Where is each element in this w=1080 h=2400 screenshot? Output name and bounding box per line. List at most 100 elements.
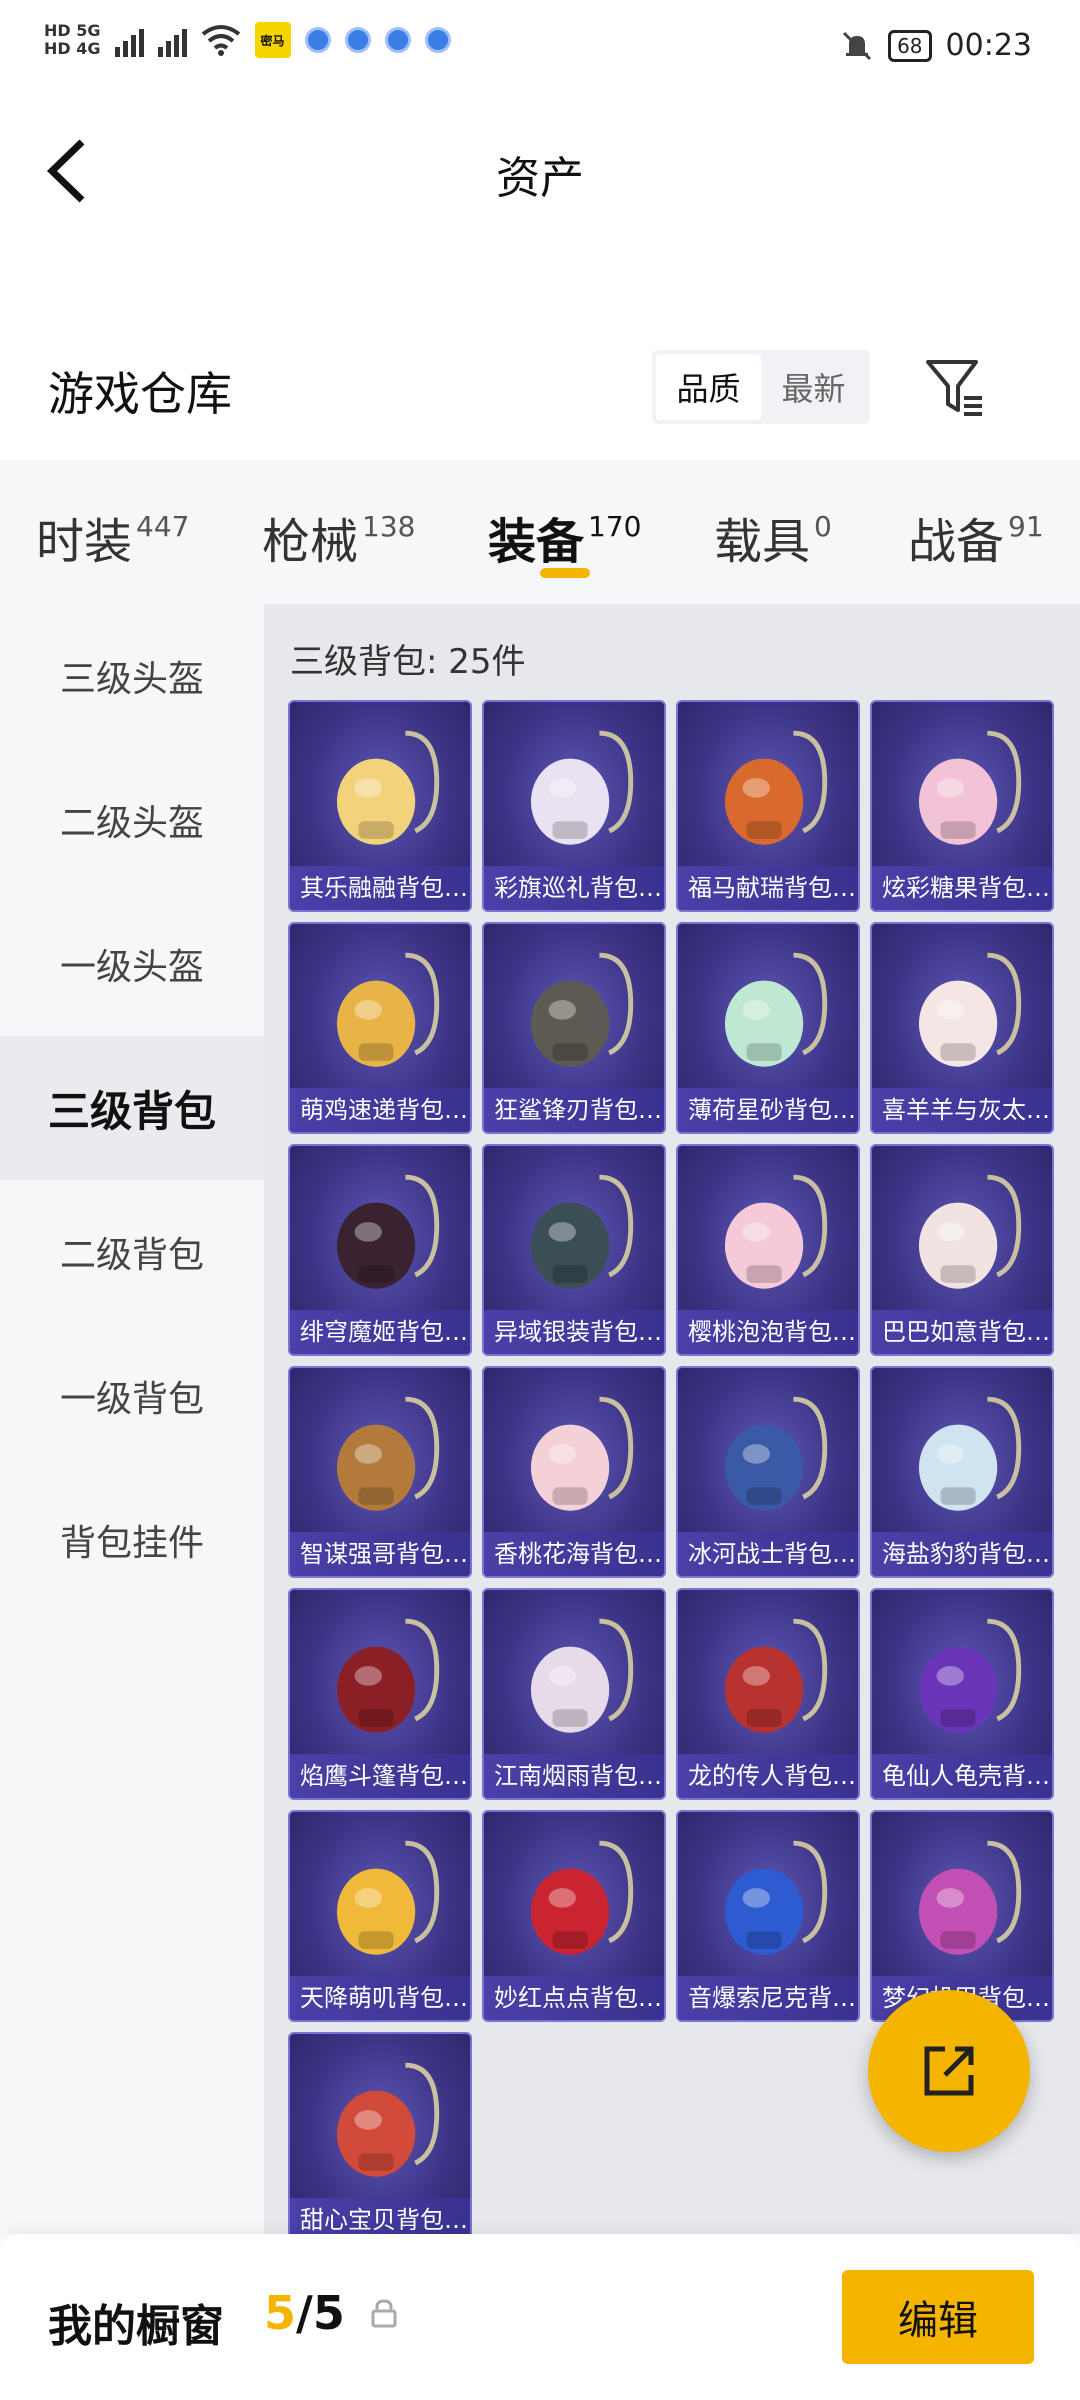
backpack-icon — [724, 1618, 828, 1733]
item-card[interactable]: 其乐融融背包… — [288, 700, 472, 912]
item-card[interactable]: 冰河战士背包… — [676, 1366, 860, 1578]
item-card[interactable]: 甜心宝贝背包… — [288, 2032, 472, 2234]
item-card[interactable]: 彩旗巡礼背包… — [482, 700, 666, 912]
item-card[interactable]: 智谋强哥背包… — [288, 1366, 472, 1578]
item-name: 巴巴如意背包… — [872, 1310, 1052, 1354]
app-badge-icon: 密马 — [254, 22, 291, 58]
backpack-icon — [918, 1618, 1022, 1733]
item-name: 龟仙人龟壳背… — [872, 1754, 1052, 1798]
sidebar-item-pendant[interactable]: 背包挂件 — [0, 1468, 264, 1612]
item-count-label: 三级背包: 25件 — [290, 642, 526, 682]
item-name: 江南烟雨背包… — [484, 1754, 664, 1798]
sidebar-item-helmet-1[interactable]: 一级头盔 — [0, 892, 264, 1036]
item-name: 智谋强哥背包… — [290, 1532, 470, 1576]
notification-dot-icon — [304, 27, 331, 53]
category-tabs: 时装 447 枪械 138 装备 170 载具 0 战备 91 — [0, 460, 1080, 604]
showcase-bar: 我的橱窗 5/5 编辑 — [0, 2234, 1080, 2400]
item-card[interactable]: 龟仙人龟壳背… — [870, 1588, 1054, 1800]
backpack-icon — [336, 1396, 440, 1511]
backpack-icon — [336, 1618, 440, 1733]
backpack-icon — [724, 1396, 828, 1511]
tab-count: 91 — [1008, 510, 1044, 543]
sidebar-item-backpack-2[interactable]: 二级背包 — [0, 1180, 264, 1324]
backpack-icon — [336, 2062, 440, 2177]
tab-count: 447 — [136, 510, 190, 543]
edit-button[interactable]: 编辑 — [842, 2270, 1034, 2364]
network-label-2: HD 4G — [44, 39, 101, 58]
backpack-icon — [918, 952, 1022, 1067]
item-card[interactable]: 江南烟雨背包… — [482, 1588, 666, 1800]
battery-icon: 68 — [888, 29, 932, 62]
item-card[interactable]: 香桃花海背包… — [482, 1366, 666, 1578]
item-name: 海盐豹豹背包… — [872, 1532, 1052, 1576]
signal-icon — [114, 23, 144, 57]
item-name: 绯穹魔姬背包… — [290, 1310, 470, 1354]
tab-supplies[interactable]: 战备 91 — [908, 502, 1044, 572]
backpack-icon — [530, 1618, 634, 1733]
item-card[interactable]: 樱桃泡泡背包… — [676, 1144, 860, 1356]
clock: 00:23 — [945, 28, 1032, 63]
item-card[interactable]: 焰鹰斗篷背包… — [288, 1588, 472, 1800]
item-name: 龙的传人背包… — [678, 1754, 858, 1798]
backpack-icon — [724, 952, 828, 1067]
sort-latest-button[interactable]: 最新 — [761, 354, 866, 420]
tab-guns[interactable]: 枪械 138 — [262, 502, 415, 572]
tab-count: 0 — [814, 510, 832, 543]
item-card[interactable]: 龙的传人背包… — [676, 1588, 860, 1800]
lock-icon — [371, 2299, 397, 2328]
app-header: 资产 — [0, 100, 1080, 240]
item-card[interactable]: 天降萌叽背包… — [288, 1810, 472, 2022]
backpack-icon — [530, 1174, 634, 1289]
item-card[interactable]: 巴巴如意背包… — [870, 1144, 1054, 1356]
network-label: HD 5G — [44, 21, 101, 40]
backpack-icon — [724, 730, 828, 845]
item-card[interactable]: 萌鸡速递背包… — [288, 922, 472, 1134]
item-card[interactable]: 妙红点点背包… — [482, 1810, 666, 2022]
item-card[interactable]: 海盐豹豹背包… — [870, 1366, 1054, 1578]
backpack-icon — [724, 1174, 828, 1289]
showcase-count: 5/5 — [264, 2286, 345, 2340]
item-name: 福马献瑞背包… — [678, 866, 858, 910]
tab-label: 时装 — [36, 514, 133, 570]
status-bar: HD 5G HD 4G 密马 68 00:23 — [0, 0, 1080, 100]
share-button[interactable] — [868, 1990, 1030, 2152]
sidebar-item-backpack-3[interactable]: 三级背包 — [0, 1036, 264, 1180]
sidebar-item-backpack-1[interactable]: 一级背包 — [0, 1324, 264, 1468]
item-name: 天降萌叽背包… — [290, 1976, 470, 2020]
item-card[interactable]: 薄荷星砂背包… — [676, 922, 860, 1134]
page-title: 资产 — [496, 153, 584, 204]
item-card[interactable]: 喜羊羊与灰太… — [870, 922, 1054, 1134]
tab-label: 枪械 — [262, 514, 359, 570]
item-name: 其乐融融背包… — [290, 866, 470, 910]
item-name: 薄荷星砂背包… — [678, 1088, 858, 1132]
sidebar-item-helmet-2[interactable]: 二级头盔 — [0, 748, 264, 892]
item-name: 萌鸡速递背包… — [290, 1088, 470, 1132]
sidebar-item-helmet-3[interactable]: 三级头盔 — [0, 604, 264, 748]
item-name: 香桃花海背包… — [484, 1532, 664, 1576]
backpack-icon — [918, 1840, 1022, 1955]
tab-vehicles[interactable]: 载具 0 — [714, 502, 832, 572]
item-card[interactable]: 绯穹魔姬背包… — [288, 1144, 472, 1356]
item-card[interactable]: 音爆索尼克背… — [676, 1810, 860, 2022]
item-card[interactable]: 炫彩糖果背包… — [870, 700, 1054, 912]
item-name: 彩旗巡礼背包… — [484, 866, 664, 910]
notification-dot-icon — [424, 27, 451, 53]
item-card[interactable]: 狂鲨锋刃背包… — [482, 922, 666, 1134]
showcase-used: 5 — [264, 2286, 297, 2340]
item-card[interactable]: 异域银装背包… — [482, 1144, 666, 1356]
tab-count: 170 — [588, 510, 642, 543]
filter-icon[interactable] — [922, 356, 986, 420]
showcase-separator: / — [296, 2286, 313, 2340]
backpack-icon — [530, 1840, 634, 1955]
notification-dot-icon — [384, 27, 411, 53]
showcase-title: 我的橱窗 — [48, 2301, 224, 2352]
tab-equipment[interactable]: 装备 170 — [488, 502, 641, 572]
backpack-icon — [918, 730, 1022, 845]
item-name: 樱桃泡泡背包… — [678, 1310, 858, 1354]
item-card[interactable]: 福马献瑞背包… — [676, 700, 860, 912]
item-name: 焰鹰斗篷背包… — [290, 1754, 470, 1798]
notification-dot-icon — [344, 27, 371, 53]
sort-quality-button[interactable]: 品质 — [656, 354, 761, 420]
wifi-icon — [201, 25, 240, 56]
tab-fashion[interactable]: 时装 447 — [36, 502, 189, 572]
